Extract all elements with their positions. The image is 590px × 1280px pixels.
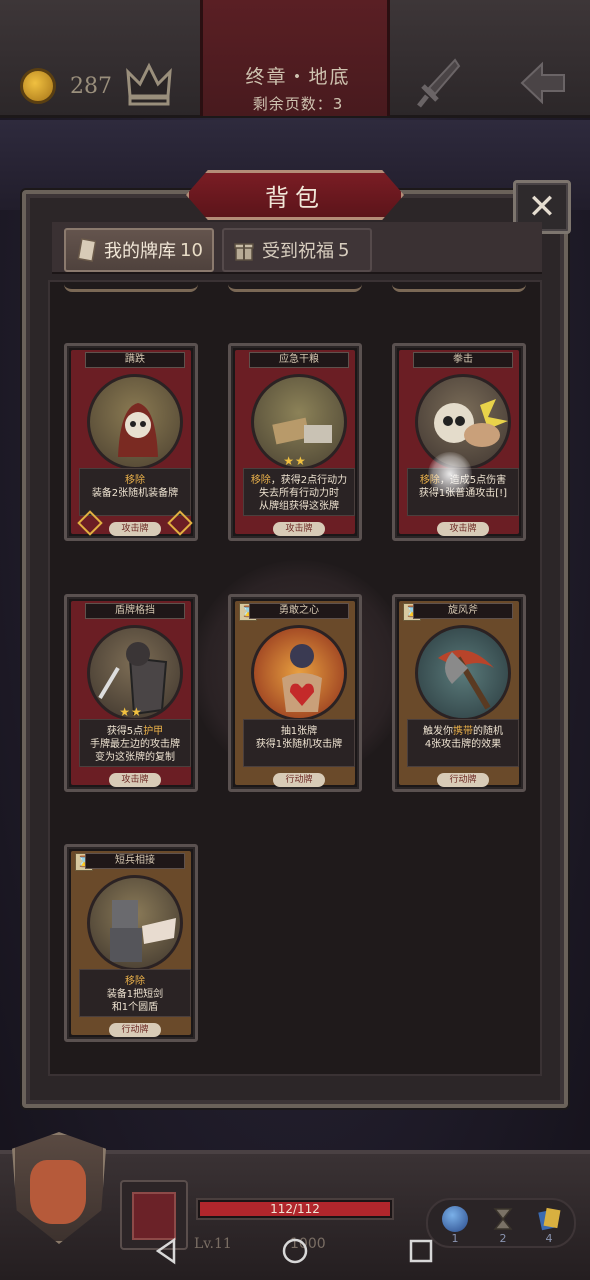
card-type: 攻击牌 [109,773,161,787]
card-desc-line1: 获得5点护甲 [106,726,164,737]
card-desc-line3: 和1个圆盾 [111,1002,159,1013]
card-desc-line3: 变为这张牌的复制 [95,752,175,763]
card-close-combat[interactable]: ⌛ 短兵相接 移除 装备1把短剑 和1个圆盾 行动牌 [64,844,198,1042]
card-desc-line2: 装备1把短剑 [106,989,164,1000]
hp-bar: 112/112 [196,1198,394,1220]
card-emergency-rations[interactable]: 应急干粮 ★★ 移除，获得2点行动力 失去所有行动力时 从牌组获得这张牌 攻击牌 [228,343,362,541]
card-description: 获得5点护甲 手牌最左边的攻击牌 变为这张牌的复制 [79,719,191,767]
sword-icon[interactable] [415,56,461,110]
scroll-ledges [64,284,526,294]
card-frame: 拳击 移除，造成5点伤害 获得1张普通攻击[!] 攻击牌 [399,350,519,536]
card-desc-line2: 装备2张随机装备牌 [91,488,179,499]
card-frame: 应急干粮 ★★ 移除，获得2点行动力 失去所有行动力时 从牌组获得这张牌 攻击牌 [235,350,355,536]
card-type: 行动牌 [109,1023,161,1037]
card-description: 抽1张牌 获得1张随机攻击牌 [243,719,355,767]
card-name: 旋风斧 [413,603,513,619]
card-stars: ★★ [283,454,307,468]
card-frame: ⌛ 旋风斧 触发你携带的随机 4张攻击牌的效果 行动牌 [399,601,519,787]
tab-my-deck-label: 我的牌库 [104,241,176,262]
tab-blessings-label: 受到祝福 [262,241,334,262]
tab-my-deck[interactable]: 我的牌库 10 [64,228,214,272]
card-desc-line1: 触发你携带的随机 [423,726,503,737]
card-desc-line2: 4张攻击牌的效果 [424,739,502,750]
top-bar: 287 终章・地底 剩余页数：3 [0,0,590,118]
card-desc-line2: 获得1张随机攻击牌 [255,739,343,750]
card-art-whirlwind-axe [415,625,511,721]
card-desc-line3: 从牌组获得这张牌 [259,501,339,512]
chapter-title: 终章・地底 [245,66,351,88]
card-name: 蹒跌 [85,352,185,368]
card-name: 拳击 [413,352,513,368]
card-art-knight [87,875,183,971]
card-name: 勇敢之心 [249,603,349,619]
card-description: 触发你携带的随机 4张攻击牌的效果 [407,719,519,767]
card-frame: 盾牌格挡 ★★ 获得5点护甲 手牌最左边的攻击牌 变为这张牌的复制 攻击牌 [71,601,191,787]
touch-indicator [428,452,472,496]
card-shield-block[interactable]: 盾牌格挡 ★★ 获得5点护甲 手牌最左边的攻击牌 变为这张牌的复制 攻击牌 [64,594,198,792]
nav-recents-icon[interactable] [406,1236,436,1266]
close-icon: ✕ [527,187,557,227]
nav-home-icon[interactable] [280,1236,310,1266]
chapter-banner: 终章・地底 剩余页数：3 [200,0,390,116]
card-tumble[interactable]: 蹒跌 移除 装备2张随机装备牌 攻击牌 [64,343,198,541]
crown-icon[interactable] [124,58,174,108]
card-frame: ⌛ 勇敢之心 抽1张牌 获得1张随机攻击牌 行动牌 [235,601,355,787]
card-stars: ★★ [119,705,143,719]
card-description: 移除，获得2点行动力 失去所有行动力时 从牌组获得这张牌 [243,468,355,516]
nav-back-icon[interactable] [152,1236,182,1266]
tab-blessings[interactable]: 受到祝福 5 [222,228,372,272]
card-type: 攻击牌 [109,522,161,536]
card-brave-heart[interactable]: ⌛ 勇敢之心 抽1张牌 获得1张随机攻击牌 行动牌 [228,594,362,792]
card-frame: ⌛ 短兵相接 移除 装备1把短剑 和1个圆盾 行动牌 [71,851,191,1037]
card-type: 行动牌 [437,773,489,787]
panel-title: 背包 [265,184,325,212]
card-desc-line2: 失去所有行动力时 [259,488,339,499]
card-desc-line1: 移除 [125,976,145,987]
coin-icon [20,68,56,104]
card-description: 移除 装备1把短剑 和1个圆盾 [79,969,191,1017]
card-name: 短兵相接 [85,853,185,869]
card-desc-line1: 移除，获得2点行动力 [250,475,348,486]
card-art-brave-heart [251,625,347,721]
card-whirlwind-axe[interactable]: ⌛ 旋风斧 触发你携带的随机 4张攻击牌的效果 行动牌 [392,594,526,792]
card-type: 行动牌 [273,773,325,787]
card-name: 应急干粮 [249,352,349,368]
hp-text: 112/112 [270,1202,320,1216]
card-description: 移除 装备2张随机装备牌 [79,468,191,516]
coin-count: 287 [70,74,112,99]
tab-blessings-count: 5 [338,239,350,261]
card-type: 攻击牌 [437,522,489,536]
system-nav-bar [0,1220,590,1280]
card-desc-line1: 抽1张牌 [280,726,318,737]
card-stack-icon [77,238,96,262]
card-desc-line1: 移除 [125,475,145,486]
card-name: 盾牌格挡 [85,603,185,619]
card-type: 攻击牌 [273,522,325,536]
card-art-hooded-girl [87,374,183,470]
hero-portrait-icon [30,1160,86,1224]
card-punch[interactable]: 拳击 移除，造成5点伤害 获得1张普通攻击[!] 攻击牌 [392,343,526,541]
tab-bar: 我的牌库 10 受到祝福 5 [52,222,542,274]
card-frame: 蹒跌 移除 装备2张随机装备牌 攻击牌 [71,350,193,536]
tab-my-deck-count: 10 [180,239,203,261]
gift-icon [234,243,254,261]
back-arrow-icon[interactable] [518,60,568,106]
card-desc-line2: 手牌最左边的攻击牌 [90,739,180,750]
pages-left: 剩余页数：3 [252,95,344,113]
